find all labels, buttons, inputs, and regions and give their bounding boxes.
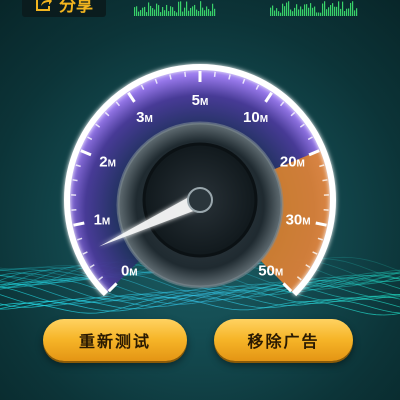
dial-tick: [73, 221, 85, 227]
dial-label-0: 0M: [121, 263, 138, 280]
dial-minor-tick: [72, 179, 78, 182]
retest-button[interactable]: 重新测试: [43, 319, 187, 361]
remove-ads-label: 移除广告: [247, 332, 320, 351]
dial-minor-tick: [322, 179, 328, 182]
dial-minor-tick: [213, 71, 216, 77]
dial-minor-tick: [184, 71, 187, 77]
remove-ads-button[interactable]: 移除广告: [214, 319, 353, 361]
dial-tick: [315, 221, 327, 227]
retest-label: 重新测试: [78, 332, 151, 351]
